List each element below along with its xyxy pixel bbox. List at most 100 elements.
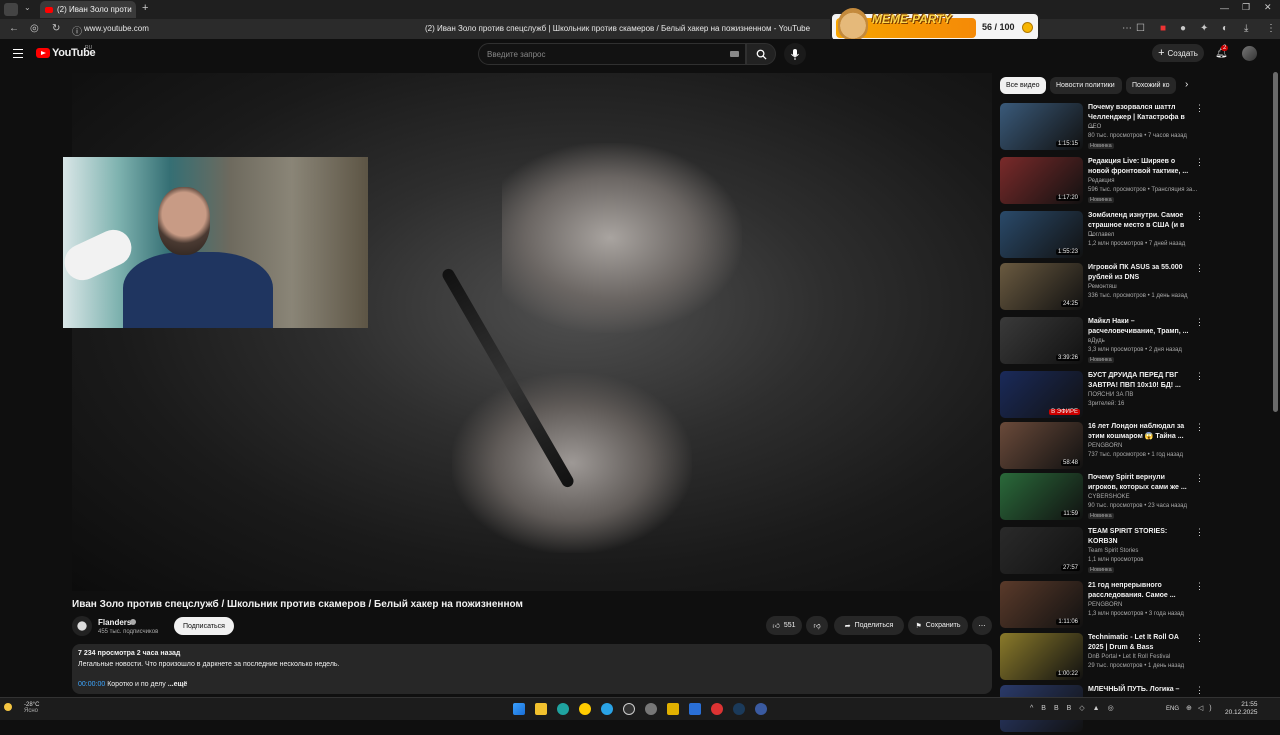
tray-icons[interactable]: ^BBB◇▲◎ <box>1030 704 1122 712</box>
more-actions-button[interactable]: ⋯ <box>972 616 992 635</box>
tab-list-icon[interactable]: ⌄ <box>24 3 31 12</box>
recommended-title[interactable]: МЛЕЧНЫЙ ПУТЬ. Логика – <box>1088 685 1192 695</box>
channel-name[interactable]: Flanders <box>98 618 131 627</box>
window-minimize-button[interactable]: — <box>1220 3 1229 13</box>
search-button[interactable] <box>746 43 776 65</box>
recommended-video[interactable]: 11:59 Почему Spirit вернули игроков, кото… <box>1000 473 1200 523</box>
recommended-title[interactable]: Игровой ПК ASUS за 55.000 рублей из DNS <box>1088 263 1192 282</box>
recommended-title[interactable]: 21 год непрерывного расследования. Самое… <box>1088 581 1192 600</box>
avatar[interactable] <box>1242 46 1257 61</box>
app-icon[interactable] <box>755 703 767 715</box>
dislike-button[interactable]: 👎︎ <box>806 616 828 635</box>
start-windows-icon[interactable] <box>513 703 525 715</box>
download-icon[interactable]: ⤓ <box>1244 23 1248 34</box>
file-explorer-icon[interactable] <box>535 703 547 715</box>
recommended-video[interactable]: 1:00:22 Technimatic - Let It Roll OA 2025… <box>1000 633 1200 683</box>
language-indicator[interactable]: ENG <box>1166 706 1179 712</box>
recommended-channel[interactable]: PENGBORN <box>1088 443 1122 449</box>
scrollbar[interactable] <box>1273 72 1278 412</box>
more-options-icon[interactable]: ⋮ <box>1195 633 1204 644</box>
video-thumbnail[interactable]: В ЭФИРЕ <box>1000 371 1083 418</box>
video-thumbnail[interactable]: 11:59 <box>1000 473 1083 520</box>
url-field[interactable]: www.youtube.com <box>84 24 149 33</box>
chip-all-videos[interactable]: Все видео <box>1000 77 1046 94</box>
recommended-video[interactable]: 1:17:20 Редакция Live: Ширяев о новой фро… <box>1000 157 1200 207</box>
edge-icon[interactable] <box>557 703 569 715</box>
obs-icon[interactable] <box>623 703 635 715</box>
chrome-icon[interactable] <box>711 703 723 715</box>
reload-icon[interactable]: ↻ <box>52 23 60 34</box>
menu-icon[interactable] <box>13 49 23 58</box>
timestamp-link[interactable]: 00:00:00 <box>78 681 105 688</box>
recommended-channel[interactable]: GEO <box>1088 124 1101 130</box>
bookmark-icon[interactable]: ☐ <box>1136 23 1145 34</box>
more-options-icon[interactable]: ⋮ <box>1195 473 1204 484</box>
recommended-title[interactable]: Редакция Live: Ширяев о новой фронтовой … <box>1088 157 1192 176</box>
recommended-title[interactable]: 16 лет Лондон наблюдал за этим кошмаром … <box>1088 422 1192 441</box>
video-thumbnail[interactable]: 24:25 <box>1000 263 1083 310</box>
video-thumbnail[interactable]: 1:11:06 <box>1000 581 1083 628</box>
recommended-video[interactable]: 27:57 TEAM SPIRIT STORIES: KORB3N Team Spi… <box>1000 527 1200 577</box>
menu-icon[interactable]: ⋮ <box>1266 23 1276 34</box>
recommended-channel[interactable]: Team Spirit Stories <box>1088 548 1138 554</box>
channel-avatar[interactable] <box>72 616 92 636</box>
share-button[interactable]: ➦ Поделиться <box>834 616 904 635</box>
more-options-icon[interactable]: ⋮ <box>1195 317 1204 328</box>
steam-icon[interactable] <box>733 703 745 715</box>
recommended-video[interactable]: 3:39:26Майкл Наки – расчеловечивание, Тр… <box>1000 317 1200 367</box>
more-options-icon[interactable]: ⋮ <box>1195 527 1204 538</box>
recommended-title[interactable]: Майкл Наки – расчеловечивание, Трамп, ..… <box>1088 317 1192 336</box>
more-options-icon[interactable]: ⋮ <box>1195 211 1204 222</box>
weather-widget[interactable]: -28°C Ясно <box>12 702 39 714</box>
search-input[interactable]: Введите запрос <box>478 43 746 65</box>
keyboard-icon[interactable] <box>730 51 739 57</box>
recommended-title[interactable]: TEAM SPIRIT STORIES: KORB3N <box>1088 527 1192 546</box>
recommended-title[interactable]: Почему взорвался шаттл Челленджер | Ката… <box>1088 103 1192 132</box>
more-options-icon[interactable]: ⋮ <box>1195 263 1204 274</box>
window-maximize-button[interactable]: ❐ <box>1242 2 1250 13</box>
video-thumbnail[interactable]: 1:15:15 <box>1000 103 1083 150</box>
tray-icons[interactable]: ⊕◁) <box>1186 704 1218 712</box>
browser-icon[interactable] <box>579 703 591 715</box>
recommended-video[interactable]: 1:11:06 21 год непрерывного расследования… <box>1000 581 1200 631</box>
new-tab-button[interactable]: + <box>142 2 148 14</box>
window-close-button[interactable]: ✕ <box>1264 2 1272 13</box>
clock[interactable]: 21:55 20.12.2025 <box>1225 701 1258 717</box>
voice-search-button[interactable] <box>784 43 806 65</box>
history-icon[interactable]: ◎ <box>30 23 39 34</box>
more-options-icon[interactable]: ⋮ <box>1195 157 1204 168</box>
video-player[interactable] <box>72 73 992 591</box>
browser-menu-icon[interactable] <box>4 3 18 16</box>
recommended-channel[interactable]: Редакция <box>1088 178 1114 184</box>
more-icon[interactable]: ⋯ <box>1122 23 1132 34</box>
recommended-video[interactable]: 1:15:15Почему взорвался шаттл Челленджер… <box>1000 103 1200 153</box>
create-button[interactable]: + Создать <box>1152 44 1204 62</box>
chip-similar[interactable]: Похожий ко <box>1126 77 1176 94</box>
recommended-title[interactable]: Почему Spirit вернули игроков, которых с… <box>1088 473 1192 492</box>
chip-politics-news[interactable]: Новости политики <box>1050 77 1122 94</box>
description-box[interactable]: 7 234 просмотра 2 часа назад Легальные н… <box>72 644 992 694</box>
recommended-title[interactable]: Technimatic - Let It Roll OA 2025 | Drum… <box>1088 633 1192 652</box>
more-options-icon[interactable]: ⋮ <box>1195 371 1204 382</box>
video-thumbnail[interactable]: 1:17:20 <box>1000 157 1083 204</box>
back-icon[interactable]: ← <box>9 23 19 34</box>
save-button[interactable]: ⚑ Сохранить <box>908 616 968 635</box>
extension-icon[interactable]: ● <box>1180 23 1186 34</box>
more-options-icon[interactable]: ⋮ <box>1195 103 1204 114</box>
recommended-video[interactable]: В ЭФИРЕ БУСТ ДРУИДА ПЕРЕД ГВГ ЗАВТРА! ПВП… <box>1000 371 1200 421</box>
recommended-video[interactable]: 24:25 Игровой ПК ASUS за 55.000 рублей из… <box>1000 263 1200 313</box>
video-thumbnail[interactable]: 1:00:22 <box>1000 633 1083 680</box>
youtube-logo-icon[interactable] <box>36 48 50 58</box>
show-more-link[interactable]: ...ещё <box>168 681 188 688</box>
more-options-icon[interactable]: ⋮ <box>1195 581 1204 592</box>
recommended-title[interactable]: БУСТ ДРУИДА ПЕРЕД ГВГ ЗАВТРА! ПВП 10х10!… <box>1088 371 1192 390</box>
video-thumbnail[interactable]: 27:57 <box>1000 527 1083 574</box>
extension-icon[interactable]: ■ <box>1160 23 1166 34</box>
extensions-icon[interactable]: ✦ <box>1200 23 1208 34</box>
site-info-icon[interactable]: ⓘ <box>72 23 82 38</box>
subscribe-button[interactable]: Подписаться <box>174 617 234 635</box>
telegram-icon[interactable] <box>601 703 613 715</box>
browser-tab-active[interactable]: (2) Иван Золо проти ✕ <box>40 1 136 18</box>
recommended-channel[interactable]: ПОЯСНИ ЗА ПВ <box>1088 392 1133 398</box>
more-options-icon[interactable]: ⋮ <box>1195 422 1204 433</box>
